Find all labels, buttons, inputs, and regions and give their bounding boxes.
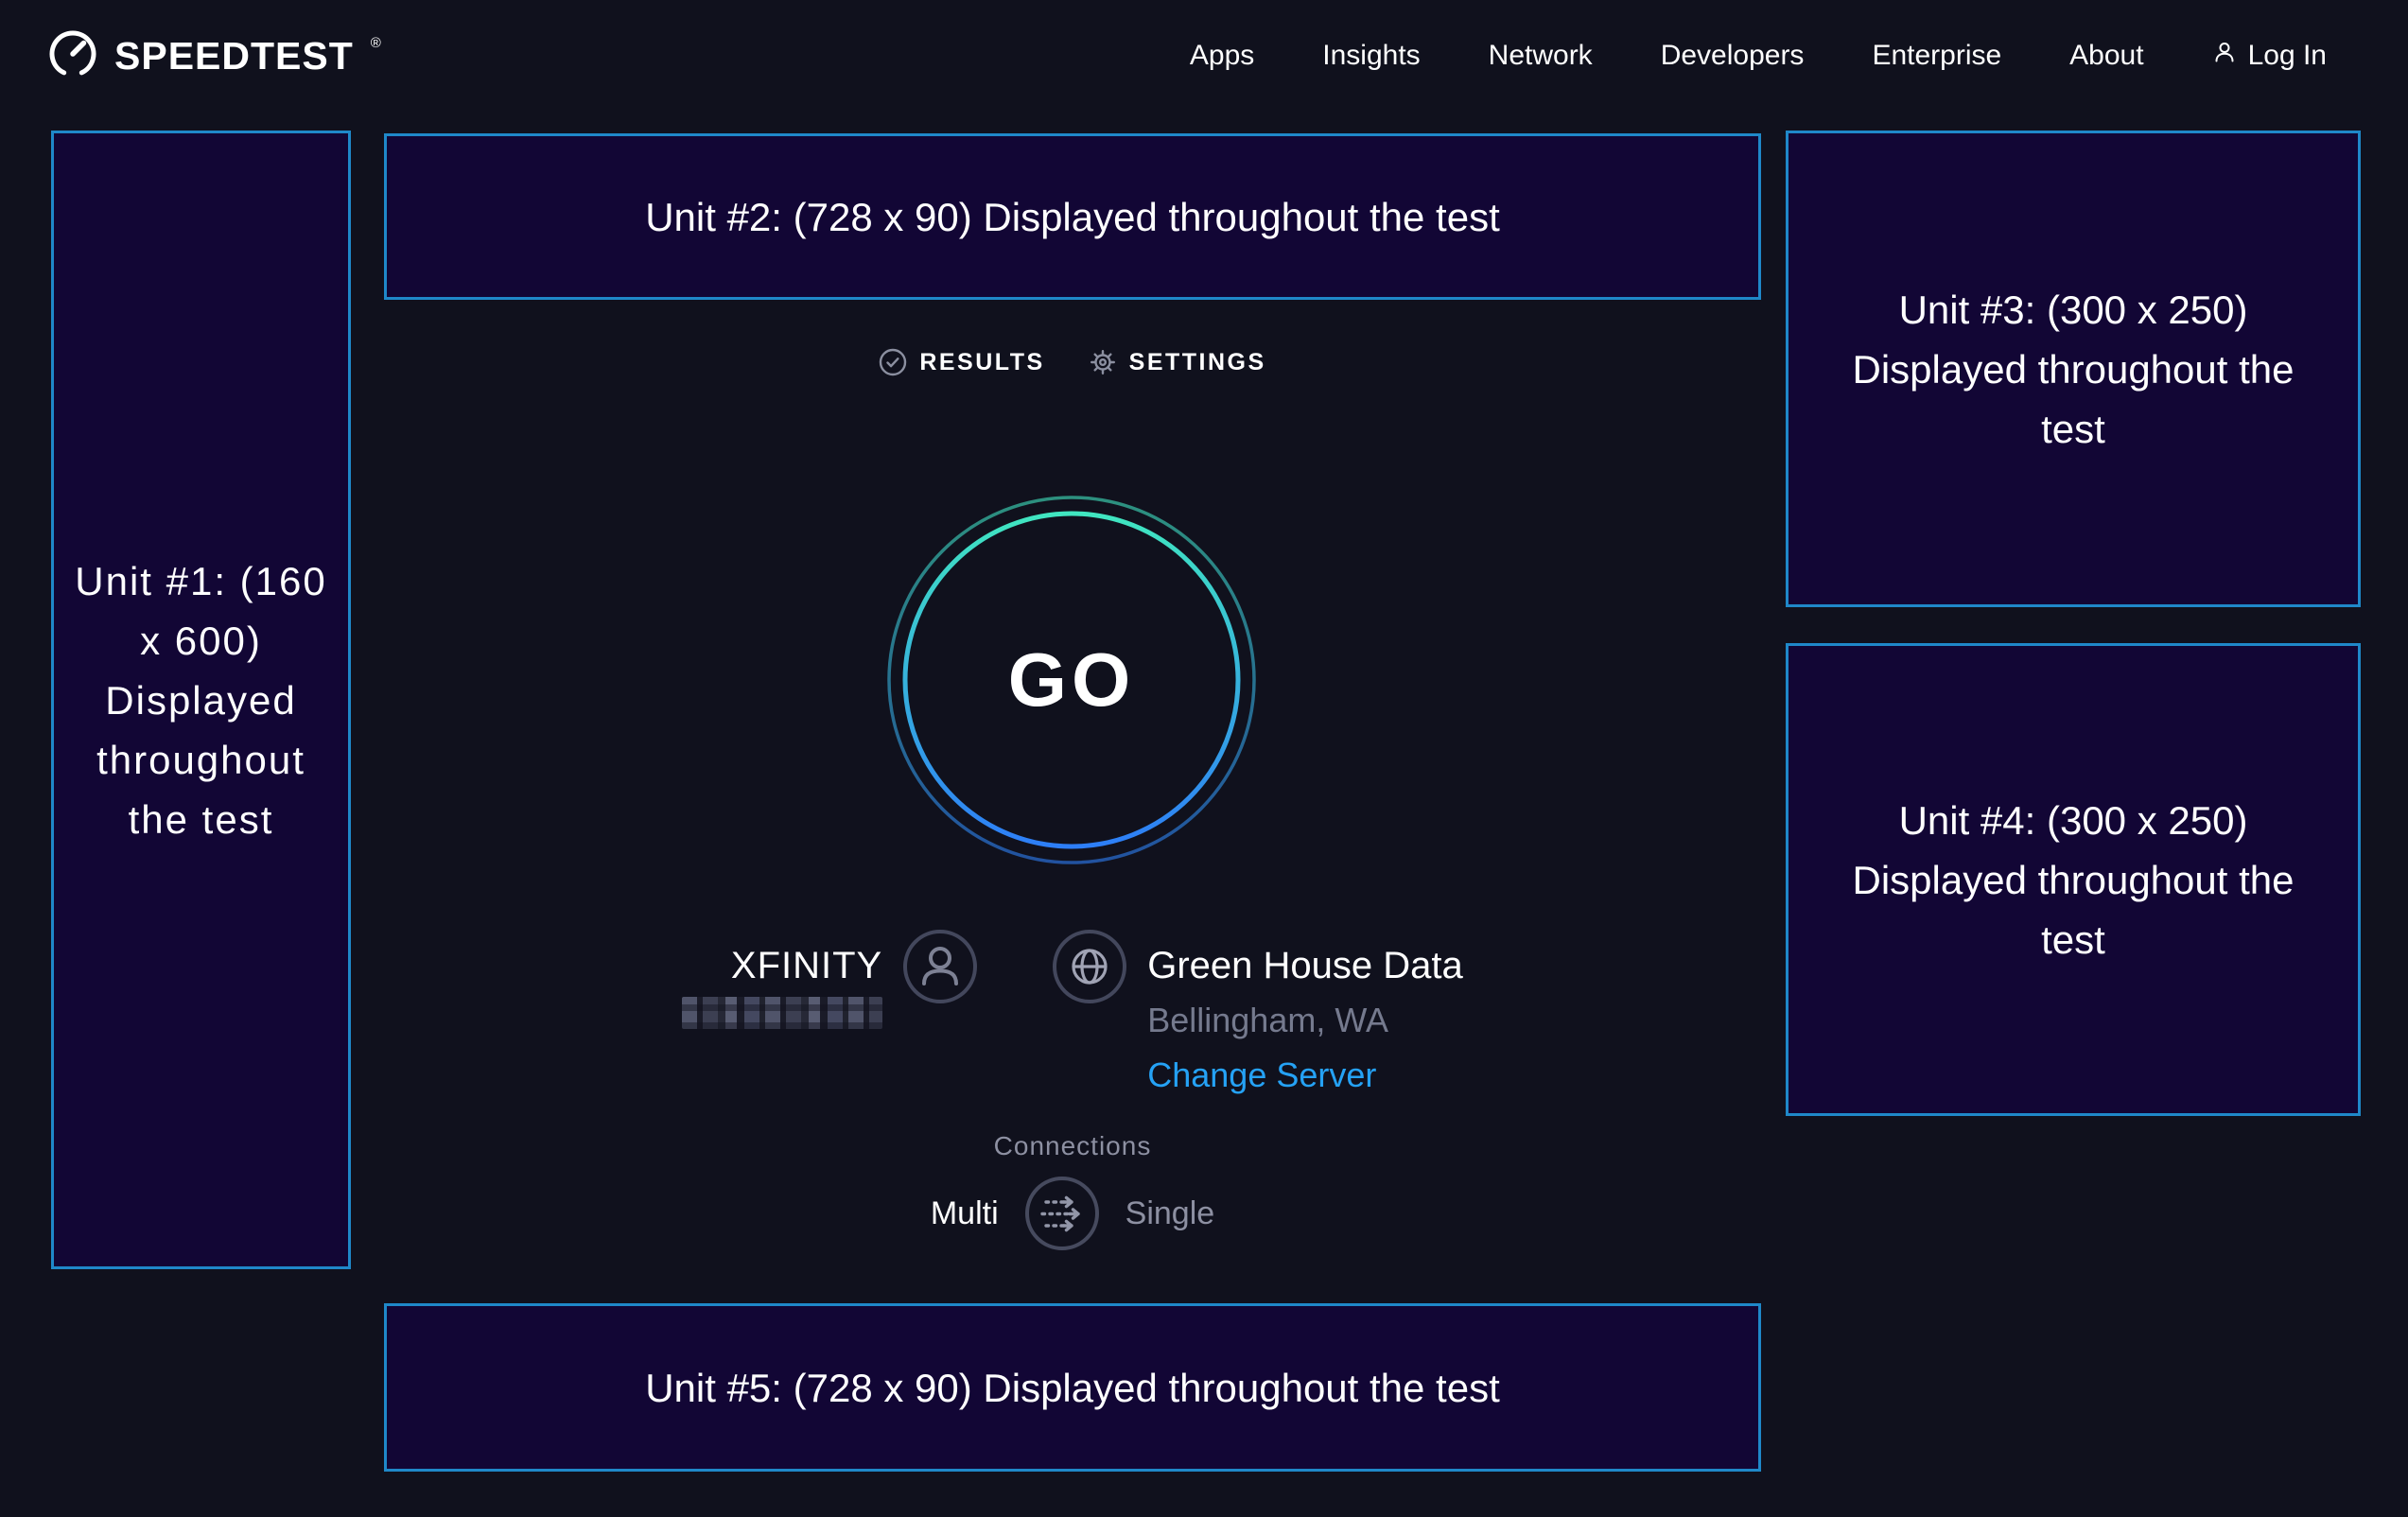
main-nav: Apps Insights Network Developers Enterpr… [1190, 40, 2327, 72]
results-settings-tabs: RESULTS SETTINGS [384, 348, 1761, 376]
speedtest-logo[interactable]: SPEEDTEST ® [46, 26, 381, 87]
ad-unit-2-leaderboard[interactable]: Unit #2: (728 x 90) Displayed throughout… [384, 133, 1761, 300]
go-button-label: GO [886, 495, 1257, 865]
tab-settings-label: SETTINGS [1129, 349, 1266, 376]
login-button[interactable]: Log In [2212, 40, 2327, 72]
connections-toggle-row: Multi Single [384, 1177, 1761, 1250]
isp-name: XFINITY [682, 945, 882, 987]
nav-item-about[interactable]: About [2069, 40, 2143, 72]
tab-settings[interactable]: SETTINGS [1089, 348, 1266, 376]
trademark-symbol: ® [371, 35, 381, 51]
nav-item-enterprise[interactable]: Enterprise [1872, 40, 2001, 72]
go-button[interactable]: GO [886, 495, 1257, 865]
nav-item-developers[interactable]: Developers [1661, 40, 1805, 72]
ad-unit-3-text: Unit #3: (300 x 250) Displayed throughou… [1843, 280, 2303, 459]
ad-unit-2-text: Unit #2: (728 x 90) Displayed throughout… [645, 187, 1500, 247]
nav-item-insights[interactable]: Insights [1322, 40, 1420, 72]
server-info: Green House Data Bellingham, WA Change S… [1053, 930, 1463, 1095]
globe-icon [1053, 930, 1126, 1003]
ad-unit-4-rectangle[interactable]: Unit #4: (300 x 250) Displayed throughou… [1786, 643, 2361, 1116]
connections-single-label: Single [1125, 1195, 1215, 1232]
ad-unit-5-leaderboard[interactable]: Unit #5: (728 x 90) Displayed throughout… [384, 1303, 1761, 1472]
connections-multi-label: Multi [931, 1195, 999, 1232]
ad-unit-5-text: Unit #5: (728 x 90) Displayed throughout… [645, 1358, 1500, 1418]
user-icon [2212, 40, 2237, 72]
tab-results-label: RESULTS [919, 349, 1044, 376]
connections-label: Connections [384, 1131, 1761, 1161]
isp-user-icon [903, 930, 977, 1003]
login-label: Log In [2248, 40, 2327, 72]
gear-icon [1089, 348, 1117, 376]
nav-item-apps[interactable]: Apps [1190, 40, 1254, 72]
ad-unit-3-rectangle[interactable]: Unit #3: (300 x 250) Displayed throughou… [1786, 131, 2361, 607]
top-nav-bar: SPEEDTEST ® Apps Insights Network Develop… [0, 0, 2408, 112]
isp-info: XFINITY [682, 930, 977, 1029]
ad-unit-4-text: Unit #4: (300 x 250) Displayed throughou… [1843, 791, 2303, 969]
change-server-link[interactable]: Change Server [1147, 1055, 1463, 1095]
ad-unit-1-text: Unit #1: (160 x 600) Displayed throughou… [61, 551, 340, 849]
isp-address-redacted [682, 997, 882, 1029]
server-name: Green House Data [1147, 945, 1463, 987]
check-circle-icon [879, 348, 907, 376]
logo-wordmark: SPEEDTEST [114, 34, 354, 78]
connections-toggle[interactable] [1025, 1177, 1099, 1250]
server-location: Bellingham, WA [1147, 1001, 1463, 1040]
speedometer-gauge-icon [46, 26, 99, 87]
tab-results[interactable]: RESULTS [879, 348, 1044, 376]
multi-connections-arrows-icon [1029, 1180, 1095, 1247]
ad-unit-1-skyscraper[interactable]: Unit #1: (160 x 600) Displayed throughou… [51, 131, 351, 1269]
nav-item-network[interactable]: Network [1489, 40, 1593, 72]
host-info-row: XFINITY Green House Data Bellingham, WA … [384, 930, 1761, 1095]
